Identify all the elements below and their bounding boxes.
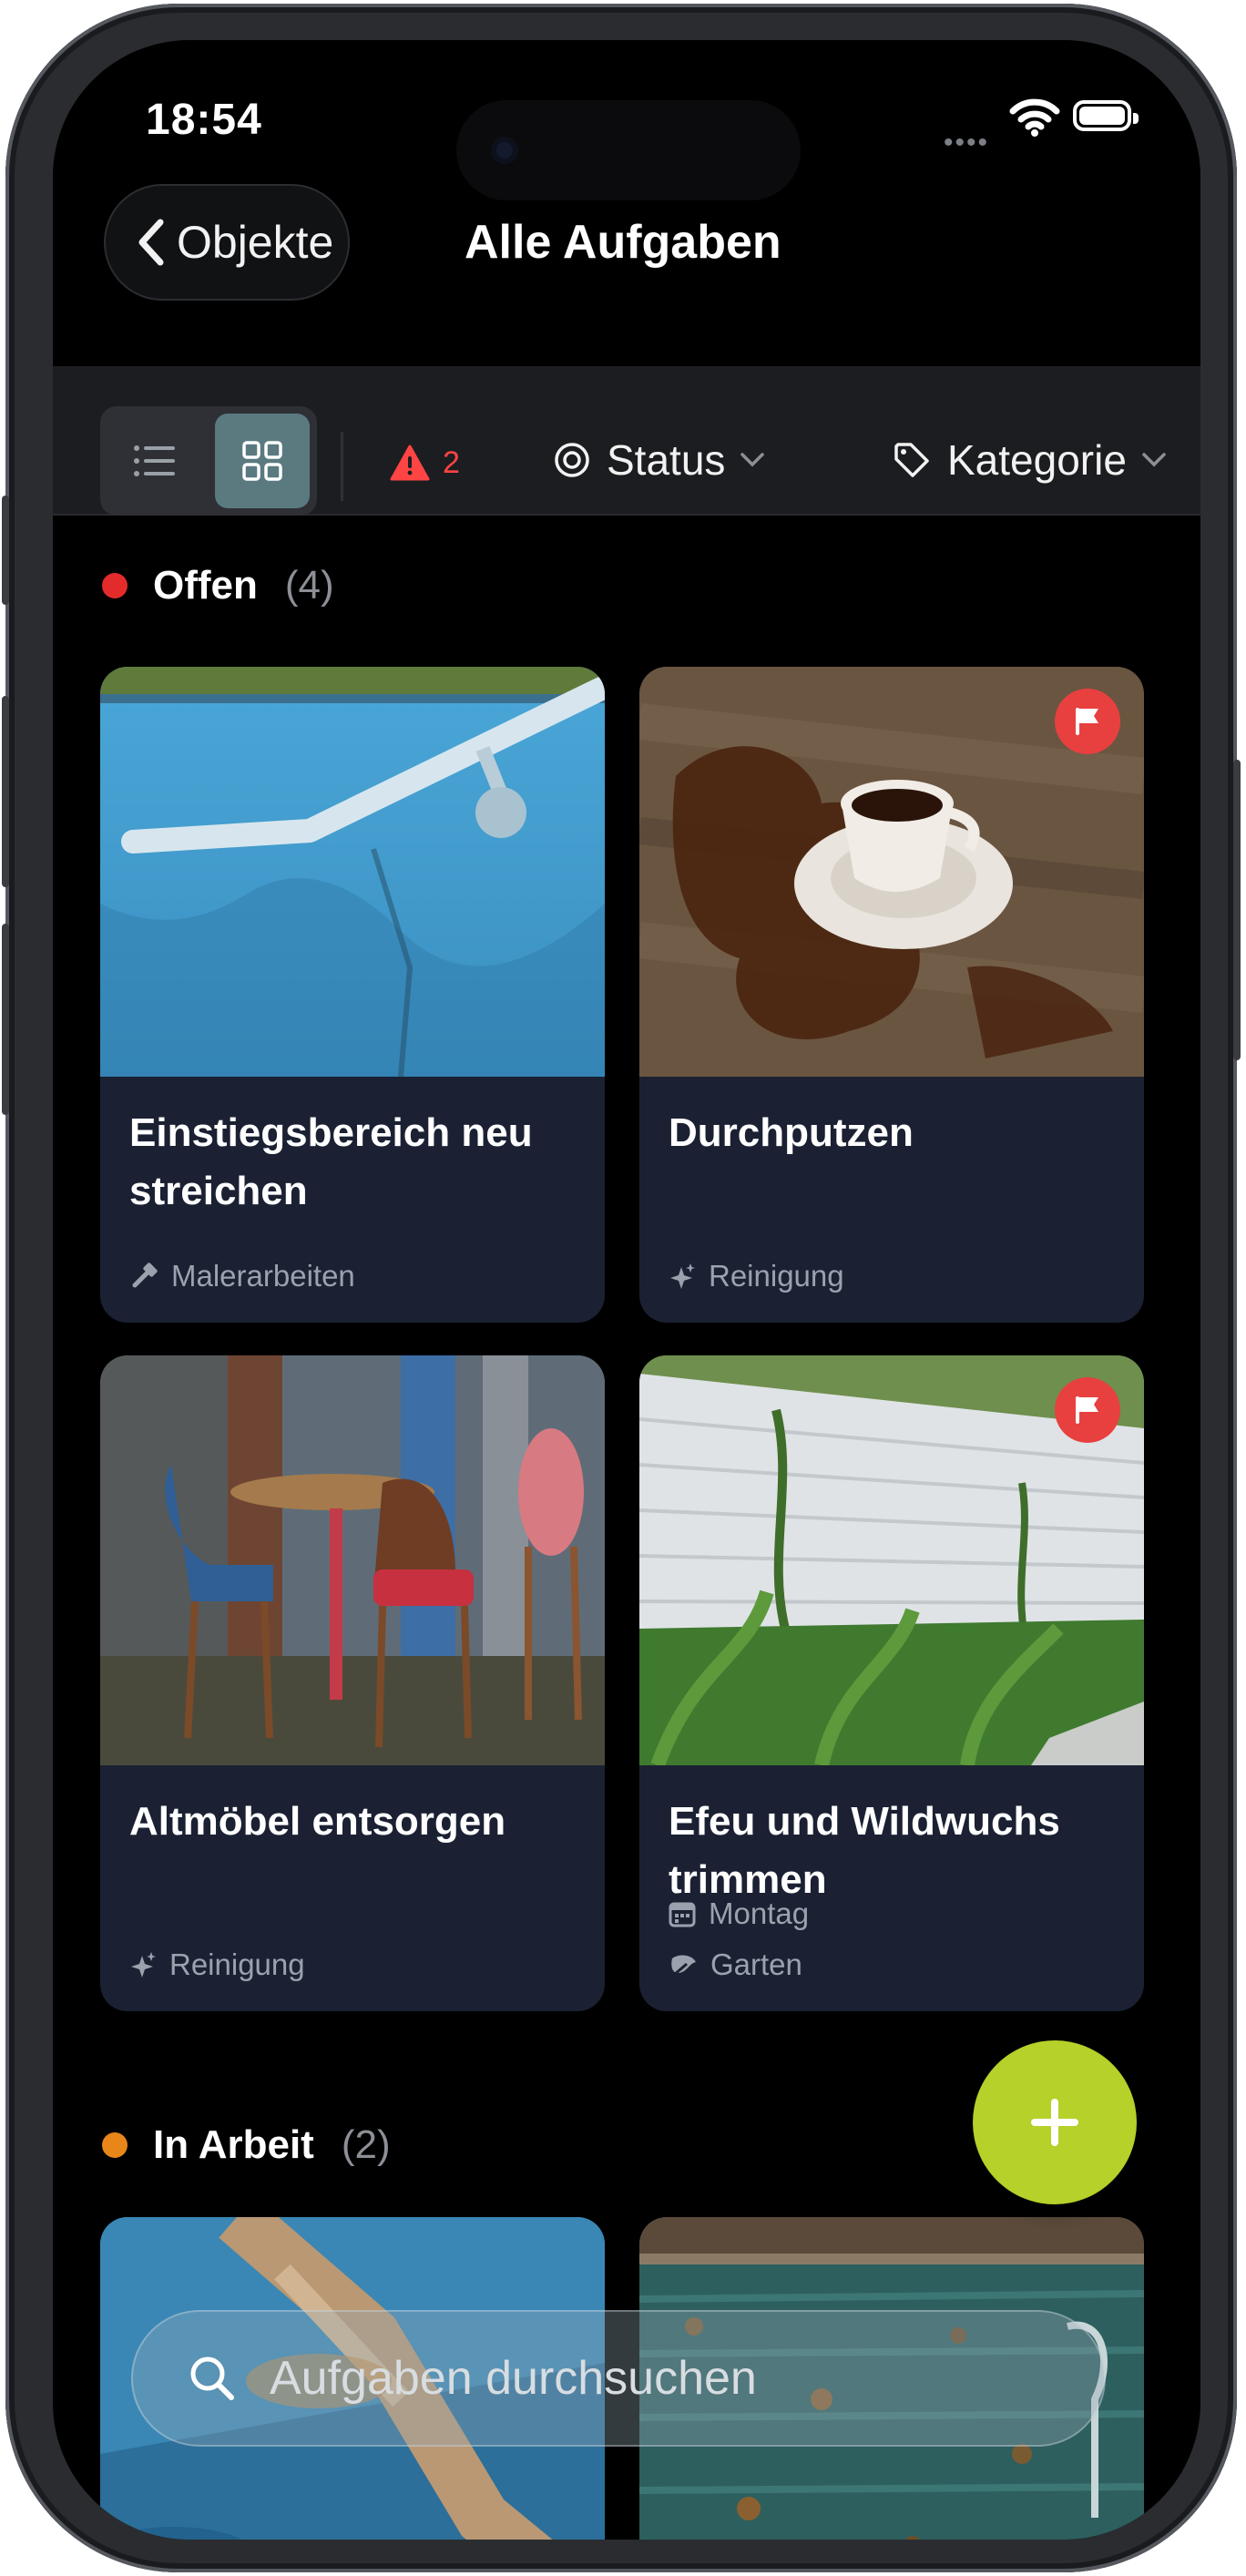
- task-category: Reinigung: [129, 1947, 305, 1982]
- signal-icon: ••••: [944, 128, 990, 158]
- task-category-label: Garten: [710, 1947, 802, 1981]
- task-title: Efeu und Wildwuchs trimmen: [669, 1799, 1060, 1902]
- add-task-button[interactable]: [973, 2040, 1137, 2204]
- flag-icon: [1076, 708, 1098, 735]
- category-filter-label: Kategorie: [947, 436, 1127, 484]
- grid-icon: [242, 441, 282, 481]
- grid-view-button[interactable]: [215, 414, 310, 508]
- section-header-offen[interactable]: Offen (4): [102, 563, 334, 608]
- sparkle-icon: [670, 1263, 695, 1289]
- filter-toolbar: 2 Status Kategorie: [53, 366, 1200, 516]
- task-due-label: Montag: [709, 1896, 810, 1930]
- sparkle-icon: [131, 1952, 156, 1978]
- back-label: Objekte: [177, 217, 334, 268]
- flag-badge: [1055, 1377, 1120, 1443]
- tag-icon: [894, 443, 929, 477]
- camera-icon: [491, 137, 518, 164]
- task-title: Altmöbel entsorgen: [129, 1799, 506, 1844]
- view-mode-toggle: [100, 406, 317, 516]
- task-card[interactable]: Durchputzen Reinigung: [639, 667, 1144, 1323]
- status-time: 18:54: [146, 96, 262, 144]
- task-category-label: Reinigung: [709, 1259, 844, 1293]
- search-bar[interactable]: [131, 2310, 1106, 2447]
- page-title: Alle Aufgaben: [465, 216, 781, 269]
- status-dot: [102, 573, 128, 598]
- task-card[interactable]: Altmöbel entsorgen Reinigung: [100, 1355, 605, 2011]
- search-icon: [190, 2356, 234, 2400]
- task-category: Garten: [669, 1947, 802, 1982]
- task-title: Einstiegsbereich neu streichen: [129, 1110, 533, 1213]
- task-category: Malerarbeiten: [129, 1259, 355, 1293]
- category-filter[interactable]: Kategorie: [893, 435, 1167, 485]
- flag-icon: [1076, 1396, 1098, 1424]
- task-category-label: Reinigung: [169, 1947, 305, 1981]
- task-image: [100, 667, 605, 1077]
- section-name: In Arbeit: [153, 2122, 314, 2167]
- target-icon: [555, 443, 589, 477]
- chevron-down-icon: [740, 453, 765, 467]
- wifi-icon: [1009, 98, 1060, 137]
- section-header-in-arbeit[interactable]: In Arbeit (2): [102, 2122, 391, 2168]
- flag-badge: [1055, 689, 1120, 754]
- task-due-date: Montag: [669, 1896, 809, 1931]
- list-view-button[interactable]: [107, 414, 202, 508]
- volume-up-button: [2, 696, 9, 887]
- status-dot: [102, 2132, 128, 2158]
- status-filter-label: Status: [607, 436, 726, 484]
- leaf-icon: [671, 1955, 696, 1977]
- alert-filter[interactable]: 2: [390, 445, 460, 481]
- alert-count: 2: [443, 445, 460, 480]
- battery-icon: [1073, 100, 1139, 131]
- dynamic-island: [456, 100, 801, 200]
- task-image: [100, 1355, 605, 1765]
- power-button: [1233, 760, 1241, 1060]
- screen: 18:54 •••• Objekte Alle Aufgaben 2 Statu…: [53, 40, 1200, 2540]
- chevron-down-icon: [1142, 453, 1166, 467]
- status-filter[interactable]: Status: [554, 435, 765, 485]
- task-title: Durchputzen: [669, 1110, 914, 1155]
- chevron-left-icon: [138, 219, 164, 266]
- section-count: (2): [341, 2122, 391, 2167]
- warning-icon: [390, 445, 430, 481]
- phone-frame: 18:54 •••• Objekte Alle Aufgaben 2 Statu…: [2, 4, 1241, 2572]
- task-category-label: Malerarbeiten: [171, 1259, 355, 1293]
- search-input[interactable]: [268, 2350, 1000, 2407]
- paint-roller-icon: [132, 1262, 158, 1288]
- list-icon: [134, 445, 175, 476]
- plus-icon: [1031, 2099, 1078, 2146]
- action-button: [2, 496, 9, 605]
- task-category: Reinigung: [669, 1259, 844, 1293]
- task-card[interactable]: Efeu und Wildwuchs trimmen Montag Garten: [639, 1355, 1144, 2011]
- section-name: Offen: [153, 563, 258, 608]
- back-button[interactable]: Objekte: [104, 184, 350, 301]
- calendar-icon: [669, 1902, 696, 1927]
- volume-down-button: [2, 924, 9, 1115]
- toolbar-divider: [341, 432, 343, 501]
- task-card[interactable]: Einstiegsbereich neu streichen Malerarbe…: [100, 667, 605, 1323]
- section-count: (4): [284, 563, 334, 608]
